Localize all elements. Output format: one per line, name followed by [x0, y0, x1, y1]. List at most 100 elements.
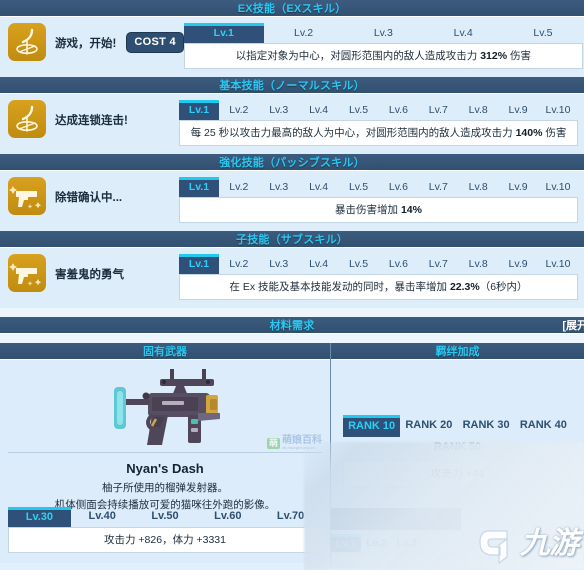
level-tab[interactable]: Lv.8 [458, 178, 498, 197]
skill-name-ex: 游戏，开始! [55, 38, 117, 50]
ninegame-logo: 九游 [474, 522, 579, 566]
weapon-description-line1: 柚子所使用的榴弹发射器。 [102, 482, 228, 494]
level-tab[interactable]: Lv.4 [299, 178, 339, 197]
level-tabs-ex: Lv.1 Lv.2 Lv.3 Lv.4 Lv.5 [183, 23, 583, 43]
skill-row-normal: 达成连锁连击! Lv.1 Lv.2 Lv.3 Lv.4 Lv.5 Lv.6 Lv… [0, 94, 584, 154]
level-tab[interactable]: Lv.6 [378, 178, 418, 197]
level-tabs-normal: Lv.1 Lv.2 Lv.3 Lv.4 Lv.5 Lv.6 Lv.7 Lv.8 … [179, 100, 578, 120]
skill-row-sub: 害羞鬼的勇气 Lv.1 Lv.2 Lv.3 Lv.4 Lv.5 Lv.6 Lv.… [0, 248, 584, 308]
level-tab[interactable]: Lv.1 [179, 254, 219, 274]
desc-value: 312% [480, 50, 508, 62]
skill-name-sub: 害羞鬼的勇气 [55, 269, 124, 281]
section-spacer [0, 308, 584, 317]
level-tabs-passive: Lv.1 Lv.2 Lv.3 Lv.4 Lv.5 Lv.6 Lv.7 Lv.8 … [179, 177, 578, 197]
section-header-passive: 強化技能（パッシブスキル） [0, 154, 584, 171]
weapon-level-tab[interactable]: Lv.40 [71, 507, 134, 527]
skill-levels-normal: Lv.1 Lv.2 Lv.3 Lv.4 Lv.5 Lv.6 Lv.7 Lv.8 … [179, 100, 578, 146]
weapon-level-section: Lv.30 Lv.40 Lv.50 Lv.60 Lv.70 攻击力 +826，体… [8, 507, 322, 553]
skill-description-passive: 暴击伤害增加 14% [179, 197, 578, 223]
section-title-normal: 基本技能（ノーマルスキル） [219, 80, 365, 92]
level-tab[interactable]: Lv.1 [183, 23, 264, 43]
level-tab[interactable]: Lv.7 [418, 101, 458, 120]
level-tab[interactable]: Lv.4 [423, 24, 503, 43]
level-tab[interactable]: Lv.9 [498, 178, 538, 197]
level-tab[interactable]: Lv.8 [458, 255, 498, 274]
bond-panel-title: 羁绊加成 [331, 343, 584, 360]
normal-skill-icon [8, 100, 46, 138]
level-tab[interactable]: Lv.1 [179, 100, 219, 120]
level-tab[interactable]: Lv.3 [259, 101, 299, 120]
level-tab[interactable]: Lv.10 [538, 178, 578, 197]
skill-row-passive: 除错确认中... Lv.1 Lv.2 Lv.3 Lv.4 Lv.5 Lv.6 L… [0, 171, 584, 231]
level-tab[interactable]: Lv.8 [458, 101, 498, 120]
section-title-sub: 子技能（サブスキル） [236, 234, 348, 246]
section-title-ex: EX技能（EXスキル） [237, 3, 347, 15]
section-header-material: 材料需求 [展开 [0, 317, 584, 334]
level-tab[interactable]: Lv.2 [219, 101, 259, 120]
skill-name-passive: 除错确认中... [55, 192, 123, 204]
level-tab[interactable]: Lv.2 [219, 178, 259, 197]
moegirl-badge: 萌 [266, 437, 280, 449]
section-header-ex: EX技能（EXスキル） [0, 0, 584, 17]
sub-skill-icon [8, 254, 46, 292]
level-tab[interactable]: Lv.3 [259, 255, 299, 274]
level-tabs-sub: Lv.1 Lv.2 Lv.3 Lv.4 Lv.5 Lv.6 Lv.7 Lv.8 … [179, 254, 578, 274]
skill-cost-badge: COST 4 [126, 32, 184, 53]
level-tab[interactable]: Lv.7 [418, 255, 458, 274]
section-spacer-2 [0, 334, 584, 343]
level-tab[interactable]: Lv.2 [264, 24, 344, 43]
level-tab[interactable]: Lv.10 [538, 101, 578, 120]
section-header-sub: 子技能（サブスキル） [0, 231, 584, 248]
weapon-level-tab[interactable]: Lv.30 [8, 507, 71, 527]
level-tab[interactable]: Lv.5 [339, 255, 379, 274]
bond-rank-tab[interactable]: RANK 10 [343, 415, 401, 437]
level-tab[interactable]: Lv.9 [498, 101, 538, 120]
level-tab[interactable]: Lv.5 [503, 24, 583, 43]
level-tab[interactable]: Lv.6 [378, 101, 418, 120]
skill-description-ex: 以指定对象为中心，对圆形范围内的敌人造成攻击力 312% 伤害 [183, 43, 583, 69]
material-expand-link[interactable]: [展开 [562, 317, 584, 333]
weapon-stat-text: 攻击力 +826，体力 +3331 [8, 527, 322, 553]
skill-name-normal: 达成连锁连击! [55, 115, 128, 127]
desc-post: 伤害 [542, 127, 567, 139]
level-tab[interactable]: Lv.10 [538, 255, 578, 274]
skill-description-normal: 每 25 秒以攻击力最高的敌人为中心，对圆形范围内的敌人造成攻击力 140% 伤… [179, 120, 578, 146]
desc-value: 14% [400, 204, 422, 216]
level-tab[interactable]: Lv.7 [418, 178, 458, 197]
weapon-image: 萌 萌娘百科 zh.moegirl.org.cn [0, 360, 330, 452]
skill-row-ex: 游戏，开始! COST 4 Lv.1 Lv.2 Lv.3 Lv.4 Lv.5 以… [0, 17, 584, 77]
level-tab[interactable]: Lv.5 [339, 178, 379, 197]
bond-rank-tab[interactable]: RANK 30 [458, 415, 515, 437]
desc-post: （6秒内） [479, 281, 528, 293]
weapon-name: Nyan's Dash [126, 461, 204, 476]
weapon-level-tab[interactable]: Lv.60 [196, 507, 259, 527]
level-tab[interactable]: Lv.3 [259, 178, 299, 197]
level-tab[interactable]: Lv.4 [299, 255, 339, 274]
desc-value: 140% [515, 127, 543, 139]
section-title-passive: 強化技能（パッシブスキル） [219, 157, 365, 169]
level-tab[interactable]: Lv.4 [299, 101, 339, 120]
level-tab[interactable]: Lv.6 [378, 255, 418, 274]
desc-value: 22.3% [449, 281, 480, 293]
skill-levels-sub: Lv.1 Lv.2 Lv.3 Lv.4 Lv.5 Lv.6 Lv.7 Lv.8 … [179, 254, 578, 300]
level-tab[interactable]: Lv.3 [343, 24, 423, 43]
bond-rank-tab[interactable]: RANK 20 [400, 415, 457, 437]
level-tab[interactable]: Lv.5 [339, 101, 379, 120]
level-tab[interactable]: Lv.2 [219, 255, 259, 274]
desc-pre: 每 25 秒以攻击力最高的敌人为中心，对圆形范围内的敌人造成攻击力 [190, 127, 516, 139]
ex-skill-icon [8, 23, 46, 61]
level-tab[interactable]: Lv.9 [498, 255, 538, 274]
desc-pre: 暴击伤害增加 [335, 204, 401, 216]
desc-pre: 在 Ex 技能及基本技能发动的同时，暴击率增加 [229, 281, 450, 293]
skill-levels-ex: Lv.1 Lv.2 Lv.3 Lv.4 Lv.5 以指定对象为中心，对圆形范围内… [183, 23, 583, 69]
weapon-panel-title: 固有武器 [0, 343, 330, 360]
passive-skill-icon [8, 177, 46, 215]
skill-levels-passive: Lv.1 Lv.2 Lv.3 Lv.4 Lv.5 Lv.6 Lv.7 Lv.8 … [179, 177, 578, 223]
level-tab[interactable]: Lv.1 [179, 177, 219, 197]
ninegame-logo-text: 九游 [520, 527, 579, 560]
desc-post: 伤害 [507, 50, 531, 62]
desc-pre: 以指定对象为中心，对圆形范围内的敌人造成攻击力 [235, 50, 481, 62]
ninegame-mark-icon [479, 530, 508, 564]
bond-rank-tab[interactable]: RANK 40 [515, 415, 572, 437]
weapon-level-tab[interactable]: Lv.50 [134, 507, 197, 527]
